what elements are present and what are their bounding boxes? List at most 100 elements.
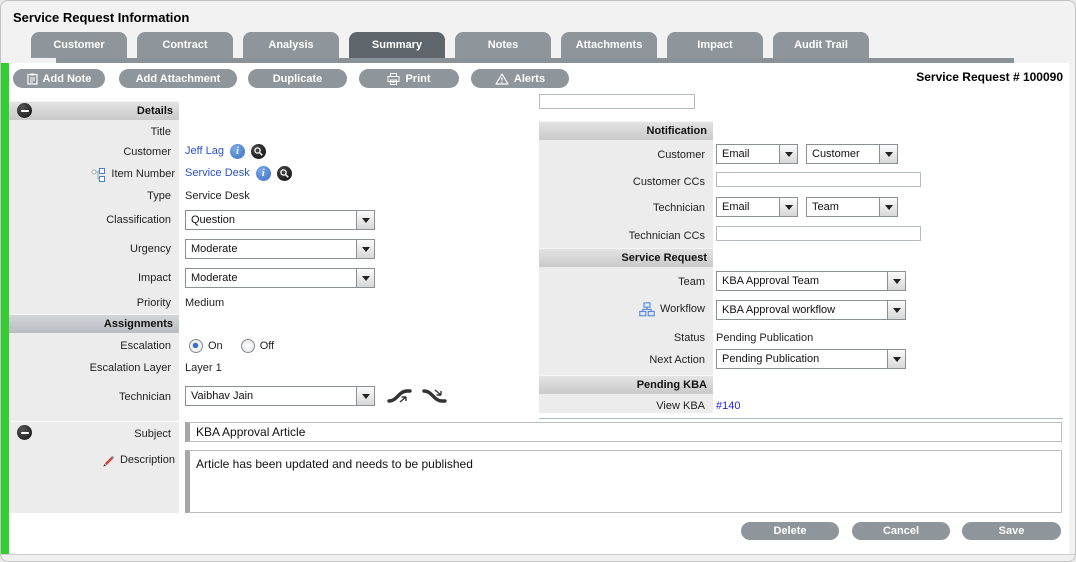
escalation-layer-value: Layer 1 (185, 361, 222, 376)
unlabeled-text-input[interactable] (539, 94, 695, 109)
impact-label: Impact (9, 271, 175, 286)
technician-label: Technician (9, 390, 175, 405)
print-button[interactable]: Print (359, 69, 459, 88)
impact-value: Moderate (186, 269, 356, 287)
alerts-button[interactable]: Alerts (471, 69, 569, 88)
tab-label: Analysis (268, 39, 313, 51)
workflow-select[interactable]: KBA Approval workflow (716, 300, 906, 320)
cancel-button[interactable]: Cancel (852, 522, 950, 540)
item-info-icon[interactable]: i (256, 166, 271, 181)
description-label: Description (120, 453, 175, 468)
next-action-select[interactable]: Pending Publication (716, 349, 906, 369)
tab-strip: Customer Contract Analysis Summary Notes… (31, 32, 869, 58)
dropdown-arrow-icon (356, 387, 374, 405)
status-label: Status (539, 331, 709, 346)
item-search-icon[interactable] (277, 166, 292, 181)
technician-ccs-input[interactable] (716, 226, 921, 241)
customer-search-icon[interactable] (251, 144, 266, 159)
item-number-link[interactable]: Service Desk (185, 166, 250, 181)
dropdown-arrow-icon (887, 272, 905, 290)
escalation-label: Escalation (9, 339, 175, 354)
pencil-icon[interactable] (102, 454, 116, 468)
print-icon (387, 73, 400, 85)
technician-select[interactable]: Vaibhav Jain (185, 386, 375, 406)
technician-method-select[interactable]: Email (716, 197, 798, 217)
notification-customer-label: Customer (539, 148, 709, 163)
customer-method-select[interactable]: Email (716, 144, 798, 164)
tab-customer[interactable]: Customer (31, 32, 127, 58)
subject-input[interactable] (185, 422, 1062, 442)
dropdown-arrow-icon (779, 145, 797, 163)
escalation-off-label: Off (260, 340, 274, 352)
dropdown-arrow-icon (879, 198, 897, 216)
save-label: Save (999, 525, 1025, 537)
tab-label: Impact (697, 39, 732, 51)
view-kba-label: View KBA (539, 399, 709, 414)
add-attachment-label: Add Attachment (136, 73, 221, 85)
next-action-value: Pending Publication (717, 350, 887, 368)
dropdown-arrow-icon (356, 211, 374, 229)
technician-method-value: Email (717, 198, 779, 216)
tab-label: Contract (162, 39, 207, 51)
tab-audit-trail[interactable]: Audit Trail (773, 32, 869, 58)
customer-info-icon[interactable]: i (230, 144, 245, 159)
dropdown-arrow-icon (887, 301, 905, 319)
magnifier-glyph (279, 168, 290, 179)
escalate-icon[interactable] (387, 387, 413, 405)
tab-notes[interactable]: Notes (455, 32, 551, 58)
item-hierarchy-icon (91, 168, 105, 182)
description-textarea[interactable]: Article has been updated and needs to be… (185, 450, 1062, 513)
window-bottom-strip (1, 554, 1076, 562)
tab-label: Summary (372, 39, 422, 51)
workflow-label: Workflow (660, 302, 709, 317)
dropdown-arrow-icon (779, 198, 797, 216)
tab-analysis[interactable]: Analysis (243, 32, 339, 58)
status-value: Pending Publication (716, 331, 813, 346)
tab-summary[interactable]: Summary (349, 32, 445, 58)
impact-select[interactable]: Moderate (185, 268, 375, 288)
dropdown-arrow-icon (887, 350, 905, 368)
priority-label: Priority (9, 296, 175, 311)
save-button[interactable]: Save (962, 522, 1061, 540)
classification-label: Classification (9, 213, 175, 228)
urgency-label: Urgency (9, 242, 175, 257)
technician-value: Vaibhav Jain (186, 387, 356, 405)
cancel-label: Cancel (883, 525, 919, 537)
workflow-icon (639, 302, 655, 317)
dropdown-arrow-icon (356, 269, 374, 287)
customer-method-value: Email (717, 145, 779, 163)
team-select[interactable]: KBA Approval Team (716, 271, 906, 291)
add-attachment-button[interactable]: Add Attachment (119, 69, 237, 88)
customer-ccs-input[interactable] (716, 172, 921, 187)
type-label: Type (9, 189, 175, 204)
assignments-section-header: Assignments (9, 314, 179, 333)
print-label: Print (405, 73, 430, 85)
classification-select[interactable]: Question (185, 210, 375, 230)
escalation-on-radio[interactable] (189, 339, 203, 353)
customer-link[interactable]: Jeff Lag (185, 144, 224, 159)
delete-label: Delete (773, 525, 806, 537)
technician-recipient-select[interactable]: Team (806, 197, 898, 217)
dropdown-arrow-icon (879, 145, 897, 163)
escalation-on-label: On (208, 340, 223, 352)
tab-label: Customer (53, 39, 104, 51)
escalation-off-radio[interactable] (241, 339, 255, 353)
add-note-button[interactable]: Add Note (13, 69, 105, 88)
tab-impact[interactable]: Impact (667, 32, 763, 58)
subject-label: Subject (9, 427, 175, 442)
page-title: Service Request Information (13, 10, 189, 25)
service-request-section-header: Service Request (539, 248, 713, 267)
tab-attachments[interactable]: Attachments (561, 32, 657, 58)
duplicate-button[interactable]: Duplicate (248, 69, 347, 88)
delete-button[interactable]: Delete (741, 522, 839, 540)
tab-contract[interactable]: Contract (137, 32, 233, 58)
technician-ccs-label: Technician CCs (539, 229, 709, 244)
details-section-header: Details (9, 101, 179, 120)
deescalate-icon[interactable] (422, 387, 448, 405)
urgency-select[interactable]: Moderate (185, 239, 375, 259)
technician-recipient-value: Team (807, 198, 879, 216)
view-kba-link[interactable]: #140 (716, 399, 740, 414)
details-collapse-icon[interactable] (17, 103, 32, 118)
customer-recipient-select[interactable]: Customer (806, 144, 898, 164)
type-value: Service Desk (185, 189, 250, 204)
